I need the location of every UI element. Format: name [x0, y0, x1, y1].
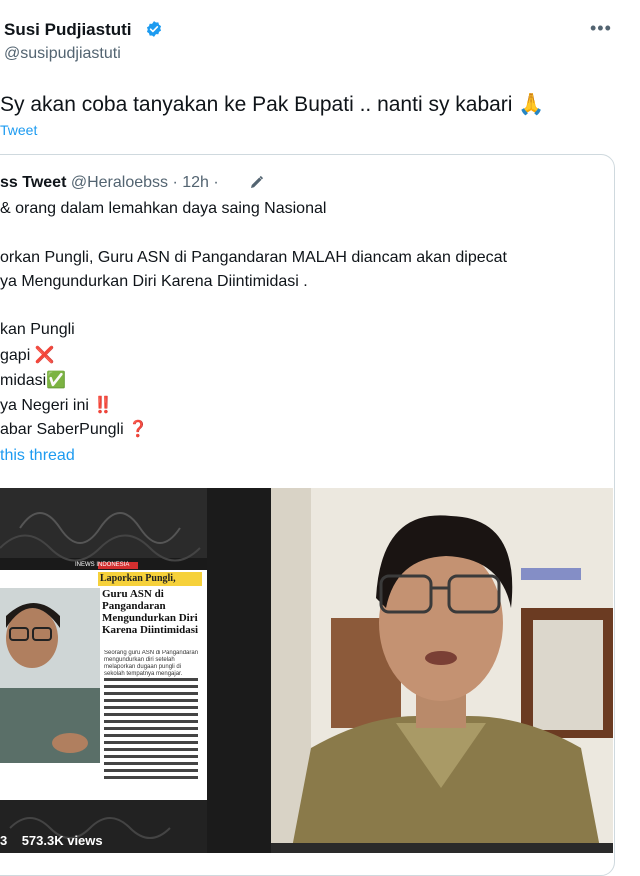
video-frame-image [271, 488, 613, 853]
view-count-prefix: 3 [0, 833, 8, 848]
tweet-text: Sy akan coba tanyakan ke Pak Bupati .. n… [0, 93, 545, 116]
author-handle[interactable]: @susipudjiastuti [4, 45, 121, 63]
quoted-time[interactable]: · 12h · [172, 174, 218, 191]
quoted-text-line: ya Mengundurkan Diri Karena Diintimidasi… [0, 273, 308, 290]
inner-post-source-badge: INEWS INDONESIA [75, 562, 130, 568]
media-thumbnail-right[interactable] [271, 488, 613, 853]
inner-post-headline: Laporkan Pungli, [100, 573, 176, 584]
quoted-text-line: orkan Pungli, Guru ASN di Pangandaran MA… [0, 249, 507, 266]
media-gap [207, 488, 271, 853]
quoted-text-line: gapi ❌ [0, 347, 55, 364]
verified-badge-icon [146, 21, 162, 37]
quoted-tweet-header: ss Tweet @Heraloebss · 12h · [0, 174, 219, 192]
inner-post-subheadline: Guru ASN di Pangandaran Mengundurkan Dir… [102, 588, 199, 636]
translate-link[interactable]: Tweet [0, 122, 37, 138]
quoted-author-handle[interactable]: @Heraloebss [71, 174, 168, 191]
quoted-author-name[interactable]: ss Tweet [0, 174, 66, 191]
view-count: 573.3K views [21, 833, 103, 848]
author-name[interactable]: Susi Pudjiastuti [4, 20, 132, 40]
quoted-text-line: & orang dalam lemahkan daya saing Nasion… [0, 200, 327, 217]
media-thumbnail-left[interactable]: Laporkan Pungli, Guru ASN di Pangandaran… [0, 488, 207, 853]
inner-post-caption: Seorang guru ASN di Pangandaran mengundu… [104, 650, 199, 677]
show-thread-link[interactable]: this thread [0, 447, 75, 465]
quoted-text-line: midasi✅ [0, 372, 67, 389]
quoted-text-line: kan Pungli [0, 321, 75, 338]
video-view-count: 3 573.3K views [0, 833, 103, 848]
edited-pencil-icon [251, 175, 264, 188]
more-dots-icon[interactable]: ••• [590, 18, 612, 39]
quoted-text-line: ya Negeri ini ‼️ [0, 397, 114, 414]
quoted-text-line: abar SaberPungli ❓ [0, 421, 149, 438]
